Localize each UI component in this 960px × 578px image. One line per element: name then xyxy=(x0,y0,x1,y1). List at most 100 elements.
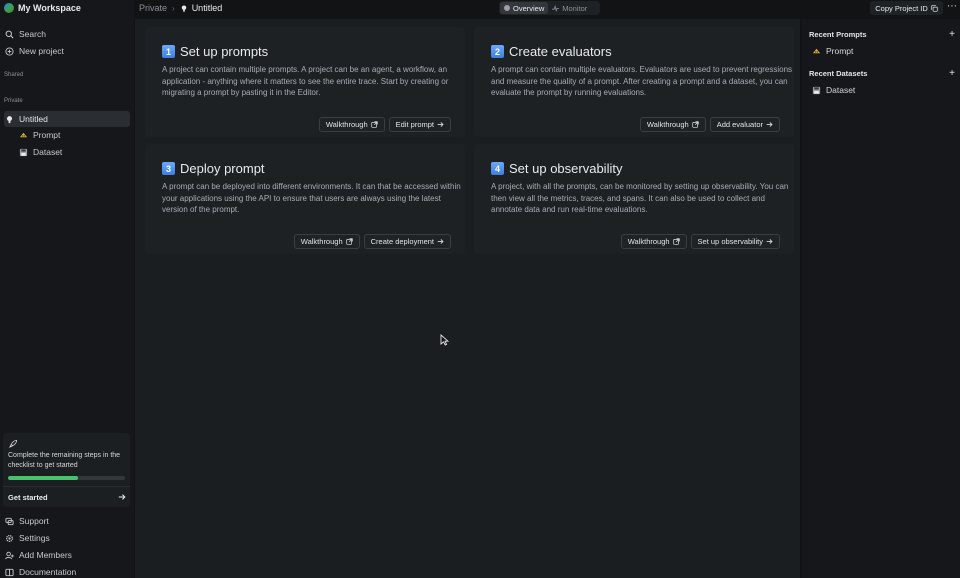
card-set-up-prompts: 1 Set up prompts A project can contain m… xyxy=(145,27,465,137)
recent-dataset-item[interactable]: Dataset xyxy=(812,84,855,96)
walkthrough-button[interactable]: Walkthrough xyxy=(318,117,385,132)
breadcrumb: Private › Untitled xyxy=(139,2,222,14)
checklist-divider xyxy=(3,486,130,487)
dataset-icon xyxy=(19,148,28,156)
card-description: A project can contain multiple prompts. … xyxy=(162,65,449,98)
dataset-icon xyxy=(812,86,821,94)
more-icon[interactable]: ⋯ xyxy=(946,1,958,15)
tab-monitor-label: Monitor xyxy=(562,3,588,13)
checklist-progress-fill xyxy=(8,476,79,480)
dataset-label: Dataset xyxy=(33,147,63,157)
support-label: Support xyxy=(19,516,49,526)
private-section-label: Private xyxy=(4,98,23,104)
copy-project-id-label: Copy Project ID xyxy=(875,3,928,13)
copy-icon xyxy=(931,4,938,12)
circle-icon xyxy=(504,5,510,11)
pulse-icon xyxy=(552,4,560,12)
card-actions: Walkthrough Create deployment xyxy=(293,234,451,249)
edit-prompt-button[interactable]: Edit prompt xyxy=(388,117,451,132)
breadcrumb-current-label: Untitled xyxy=(191,3,223,13)
arrow-right-icon xyxy=(437,122,444,127)
settings-label: Settings xyxy=(19,533,50,543)
edit-prompt-label: Edit prompt xyxy=(395,120,434,129)
card-description: A project, with all the prompts, can be … xyxy=(491,182,789,215)
card-title: 2 Create evaluators xyxy=(491,44,612,59)
sidebar-search[interactable]: Search xyxy=(4,27,130,41)
arrow-right-icon xyxy=(437,239,444,244)
breadcrumb-private[interactable]: Private xyxy=(139,3,167,13)
book-icon xyxy=(5,568,14,576)
arrow-right-icon xyxy=(766,239,773,244)
card-title: 4 Set up observability xyxy=(491,161,622,176)
workspace-title: My Workspace xyxy=(18,3,81,13)
card-title-text: Set up observability xyxy=(509,161,623,176)
gear-icon xyxy=(5,534,14,542)
card-actions: Walkthrough Set up observability xyxy=(620,234,780,249)
workspace-switcher[interactable]: My Workspace xyxy=(4,2,81,14)
card-title-text: Create evaluators xyxy=(509,44,612,59)
prompt-label: Prompt xyxy=(33,130,61,140)
card-number-badge: 2 xyxy=(491,45,504,58)
card-description: A prompt can contain multiple evaluators… xyxy=(491,65,793,98)
checklist-message: Complete the remaining steps in the chec… xyxy=(8,452,121,469)
create-deployment-label: Create deployment xyxy=(370,237,434,246)
walkthrough-button[interactable]: Walkthrough xyxy=(293,234,360,249)
user-plus-icon xyxy=(5,551,14,559)
recent-prompts-header: Recent Prompts + xyxy=(809,29,955,40)
card-title: 3 Deploy prompt xyxy=(162,161,265,176)
set-up-observability-button[interactable]: Set up observability xyxy=(690,234,780,249)
prompt-icon xyxy=(19,132,28,137)
checklist-progress-bar xyxy=(8,476,125,480)
walkthrough-button[interactable]: Walkthrough xyxy=(639,117,706,132)
sidebar-support[interactable]: Support xyxy=(4,514,130,528)
sidebar-new-project[interactable]: New project xyxy=(4,44,130,58)
plus-icon[interactable]: + xyxy=(949,29,955,40)
shared-section-label: Shared xyxy=(4,72,24,78)
sidebar-settings[interactable]: Settings xyxy=(4,531,130,545)
card-number-badge: 4 xyxy=(491,162,504,175)
prompt-icon xyxy=(812,48,821,53)
add-members-label: Add Members xyxy=(19,550,72,560)
bulb-icon xyxy=(6,115,13,123)
sidebar: My Workspace Search New project Shared P… xyxy=(0,0,134,578)
sidebar-add-members[interactable]: Add Members xyxy=(4,548,130,562)
breadcrumb-current[interactable]: Untitled xyxy=(180,3,223,13)
plus-circle-icon xyxy=(5,46,14,56)
get-started-button[interactable]: Get started xyxy=(8,491,126,503)
project-label: Untitled xyxy=(19,114,48,124)
recent-datasets-label: Recent Datasets xyxy=(809,68,868,78)
external-link-icon xyxy=(692,121,699,128)
sidebar-item-dataset[interactable]: Dataset xyxy=(18,145,130,159)
create-deployment-button[interactable]: Create deployment xyxy=(363,234,451,249)
card-set-up-observability: 4 Set up observability A project, with a… xyxy=(474,144,794,254)
arrow-right-icon xyxy=(766,122,773,127)
right-panel: Recent Prompts + Prompt Recent Datasets … xyxy=(802,19,960,578)
copy-project-id-button[interactable]: Copy Project ID xyxy=(870,1,943,15)
card-title: 1 Set up prompts xyxy=(162,44,268,59)
workspace-logo-icon xyxy=(4,3,14,13)
life-ring-icon xyxy=(5,517,14,525)
arrow-right-icon xyxy=(118,494,126,500)
card-number-badge: 1 xyxy=(162,45,175,58)
tab-monitor[interactable]: Monitor xyxy=(548,2,591,14)
plus-icon[interactable]: + xyxy=(949,68,955,79)
tab-overview-label: Overview xyxy=(513,3,545,13)
search-label: Search xyxy=(19,29,46,39)
walkthrough-label: Walkthrough xyxy=(627,237,670,246)
search-icon xyxy=(5,30,14,38)
tab-overview[interactable]: Overview xyxy=(500,2,549,14)
card-actions: Walkthrough Add evaluator xyxy=(639,117,780,132)
get-started-label: Get started xyxy=(8,492,48,502)
chevron-right-icon: › xyxy=(172,3,175,13)
card-deploy-prompt: 3 Deploy prompt A prompt can be deployed… xyxy=(145,144,465,254)
sidebar-item-untitled[interactable]: Untitled xyxy=(4,111,130,127)
recent-prompt-item[interactable]: Prompt xyxy=(812,45,853,57)
walkthrough-label: Walkthrough xyxy=(325,120,368,129)
sidebar-item-prompt[interactable]: Prompt xyxy=(18,128,130,142)
walkthrough-button[interactable]: Walkthrough xyxy=(620,234,687,249)
new-project-label: New project xyxy=(19,46,64,56)
sidebar-documentation[interactable]: Documentation xyxy=(4,565,130,578)
add-evaluator-button[interactable]: Add evaluator xyxy=(709,117,780,132)
external-link-icon xyxy=(345,238,353,245)
recent-prompts-label: Recent Prompts xyxy=(809,29,867,39)
